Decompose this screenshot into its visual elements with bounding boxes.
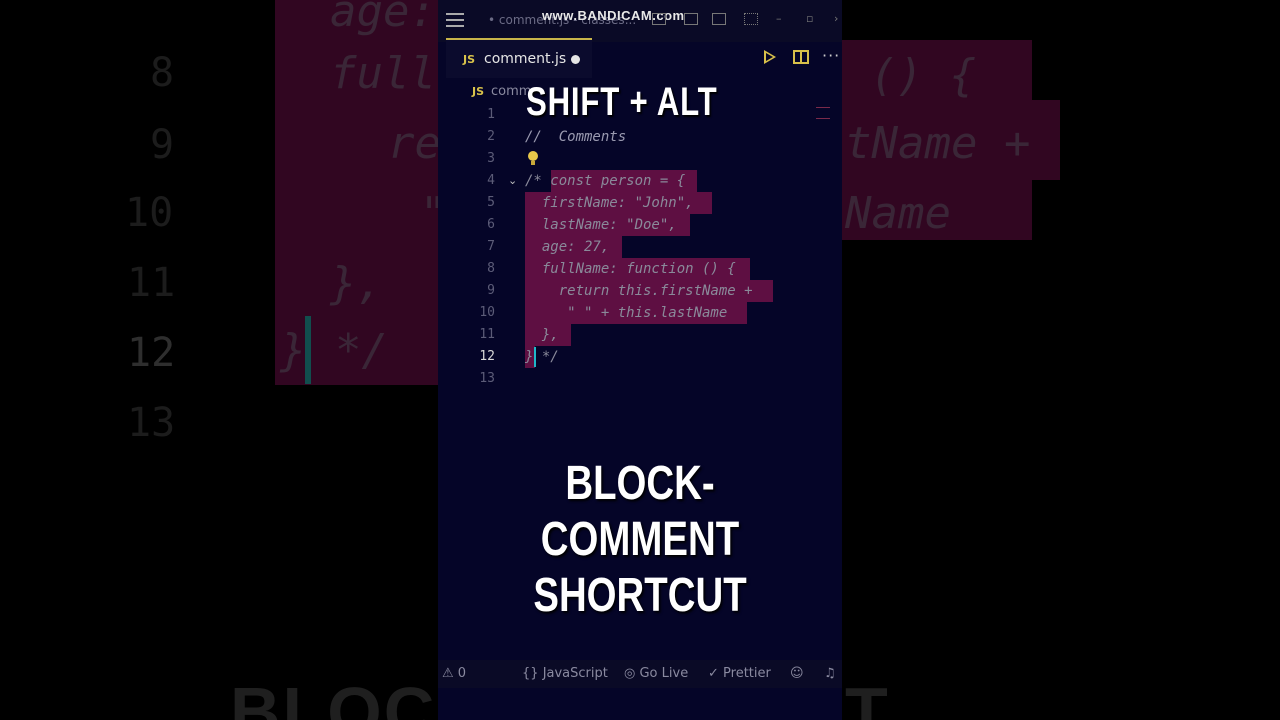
run-icon[interactable] [764,50,776,64]
language-label: JavaScript [542,666,608,681]
customize-layout-icon[interactable] [744,13,758,25]
fold-chevron-icon[interactable]: ⌄ [508,170,517,192]
line-number: 4 [487,173,495,188]
code-line: 2 // Comments [438,126,842,148]
line-text: " " + this.lastName [525,305,728,321]
line-text: age: 27, [525,239,610,255]
prettier-label: Prettier [723,666,771,681]
problems-status[interactable]: ⚠ 0 [442,666,466,681]
code-line: 13 [438,368,842,390]
code-line: 7 age: 27, [438,236,842,258]
line-number: 13 [479,371,495,386]
code-line: 3 [438,148,842,170]
line-number: 9 [487,283,495,298]
line-number: 8 [487,261,495,276]
go-live-button[interactable]: ◎ Go Live [624,666,688,681]
line-number: 1 [487,107,495,122]
line-text: fullName: function () { [525,261,736,277]
unsaved-dot-icon[interactable] [571,55,580,64]
overlay-line: BLOCK-COMMENT [540,457,740,566]
overlay-caption-middle: BLOCK-COMMENT SHORTCUT [478,456,801,624]
problems-count: 0 [457,666,467,681]
line-number: 10 [479,305,495,320]
check-icon: ✓ [708,666,719,681]
feedback-icon[interactable]: ☺ [790,666,804,681]
close-icon[interactable]: › [834,12,838,25]
layout-icon[interactable] [652,13,666,25]
line-text: firstName: "John", [525,195,694,211]
layout-icon[interactable] [684,13,698,25]
line-text: // Comments [525,129,627,145]
js-file-icon: JS [472,85,485,98]
status-bar: ⚠ 0 {} JavaScript ◎ Go Live ✓ Prettier ☺… [438,660,842,688]
line-number: 6 [487,217,495,232]
code-line: 9 return this.firstName + [438,280,842,302]
text-cursor [534,347,536,367]
code-line: 5 firstName: "John", [438,192,842,214]
maximize-icon[interactable]: ▫ [806,12,813,25]
js-file-icon: JS [463,53,476,66]
line-number: 2 [487,129,495,144]
editor-window: • comment.js - classes... www.BANDICAM.c… [438,0,842,720]
code-line: 4 ⌄ /* const person = { [438,170,842,192]
tab-comment-js[interactable]: JS comment.js [446,38,592,78]
line-text: return this.firstName + [525,283,753,299]
code-line: 8 fullName: function () { [438,258,842,280]
line-number: 3 [487,151,495,166]
split-editor-icon[interactable] [793,50,809,64]
braces-icon: {} [522,666,539,681]
code-line: 12 } */ [438,346,842,368]
broadcast-icon: ◎ [624,666,636,681]
line-text: } */ [525,349,559,365]
layout-icon[interactable] [712,13,726,25]
line-text: /* const person = { [525,173,686,189]
language-mode[interactable]: {} JavaScript [522,666,608,681]
line-number: 5 [487,195,495,210]
tab-label: comment.js [484,51,567,67]
code-line: 6 lastName: "Doe", [438,214,842,236]
overlay-caption-top: SHIFT + ALT [526,80,718,124]
code-line: 10 " " + this.lastName [438,302,842,324]
go-live-label: Go Live [639,666,689,681]
line-text: }, [525,327,559,343]
bell-icon[interactable]: ♫ [824,666,836,681]
line-number: 12 [479,349,495,364]
prettier-status[interactable]: ✓ Prettier [708,666,771,681]
lightbulb-icon[interactable] [528,151,538,165]
breadcrumb[interactable]: JS comm [472,84,531,99]
line-text: lastName: "Doe", [525,217,677,233]
more-actions-icon[interactable]: ··· [822,46,840,65]
menu-icon[interactable] [446,13,464,27]
code-line: 11 }, [438,324,842,346]
warning-icon: ⚠ [442,666,454,681]
overlay-line: SHORTCUT [533,569,747,622]
line-number: 11 [479,327,495,342]
line-number: 7 [487,239,495,254]
minimize-icon[interactable]: – [776,12,782,25]
title-bar: • comment.js - classes... www.BANDICAM.c… [438,0,842,42]
